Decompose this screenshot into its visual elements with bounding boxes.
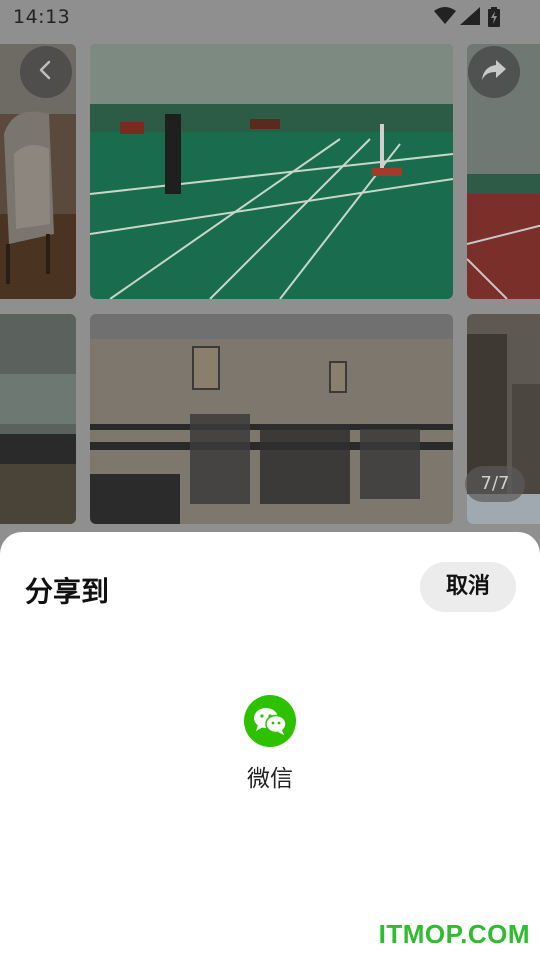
image-counter: 7/7: [465, 466, 525, 502]
sheet-title: 分享到: [25, 575, 110, 608]
photo-grid: 7/7: [0, 0, 540, 540]
share-sheet: 分享到 取消 微信 ITMOP.COM: [0, 532, 540, 960]
back-icon: [35, 59, 57, 85]
battery-charging-icon: [488, 7, 500, 32]
photo-thumbnail[interactable]: [90, 44, 453, 299]
signal-icon: [460, 7, 480, 30]
photo-thumbnail[interactable]: [0, 314, 76, 524]
photo-thumbnail[interactable]: [90, 314, 453, 524]
share-button[interactable]: [468, 46, 520, 98]
wifi-icon: [434, 7, 456, 30]
share-target-label: 微信: [247, 766, 293, 792]
wechat-icon: [244, 695, 296, 747]
cancel-button[interactable]: 取消: [420, 562, 516, 612]
watermark: ITMOP.COM: [378, 919, 530, 949]
back-button[interactable]: [20, 46, 72, 98]
share-icon: [480, 58, 508, 86]
status-time: 14:13: [13, 6, 71, 28]
share-target-wechat[interactable]: 微信: [225, 695, 315, 793]
status-bar: 14:13: [0, 0, 540, 34]
